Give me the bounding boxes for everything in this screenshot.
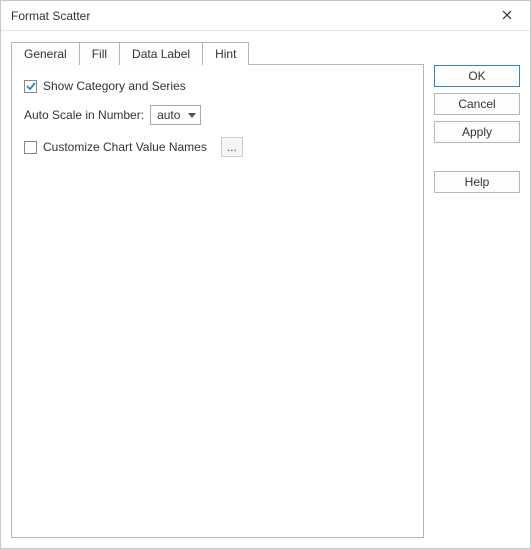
dialog-title: Format Scatter: [11, 9, 90, 23]
left-pane: General Fill Data Label Hint Show Cat: [11, 41, 424, 538]
auto-scale-value: auto: [157, 108, 180, 122]
right-button-pane: OK Cancel Apply Help: [434, 41, 520, 538]
show-category-checkbox[interactable]: [24, 80, 37, 93]
check-icon: [26, 81, 36, 91]
customize-checkbox[interactable]: [24, 141, 37, 154]
tab-label: Hint: [215, 47, 236, 61]
dialog-body: General Fill Data Label Hint Show Cat: [1, 31, 530, 548]
button-gap: [434, 149, 520, 165]
tab-label: Fill: [92, 47, 107, 61]
customize-ellipsis-button[interactable]: ...: [221, 137, 243, 157]
tab-fill[interactable]: Fill: [79, 42, 120, 65]
show-category-row: Show Category and Series: [24, 79, 411, 93]
titlebar: Format Scatter: [1, 1, 530, 31]
tab-label: General: [24, 47, 67, 61]
button-label: Help: [465, 175, 490, 189]
customize-label: Customize Chart Value Names: [43, 140, 207, 154]
close-button[interactable]: [490, 4, 524, 28]
cancel-button[interactable]: Cancel: [434, 93, 520, 115]
customize-row: Customize Chart Value Names ...: [24, 137, 411, 157]
ok-button[interactable]: OK: [434, 65, 520, 87]
tab-hint[interactable]: Hint: [202, 42, 249, 65]
apply-button[interactable]: Apply: [434, 121, 520, 143]
help-button[interactable]: Help: [434, 171, 520, 193]
show-category-label: Show Category and Series: [43, 79, 186, 93]
button-label: Cancel: [458, 97, 495, 111]
ellipsis-icon: ...: [227, 140, 237, 154]
close-icon: [502, 9, 512, 23]
auto-scale-label: Auto Scale in Number:: [24, 108, 144, 122]
button-label: Apply: [462, 125, 492, 139]
tab-label: Data Label: [132, 47, 190, 61]
format-scatter-dialog: Format Scatter General Fill Data Label H…: [0, 0, 531, 549]
tabs-row: General Fill Data Label Hint: [11, 41, 424, 65]
auto-scale-row: Auto Scale in Number: auto: [24, 105, 411, 125]
chevron-down-icon: [188, 108, 196, 122]
hint-tab-content: Show Category and Series Auto Scale in N…: [11, 64, 424, 538]
tab-data-label[interactable]: Data Label: [119, 42, 203, 65]
button-label: OK: [468, 69, 485, 83]
auto-scale-select[interactable]: auto: [150, 105, 201, 125]
tab-general[interactable]: General: [11, 42, 80, 65]
